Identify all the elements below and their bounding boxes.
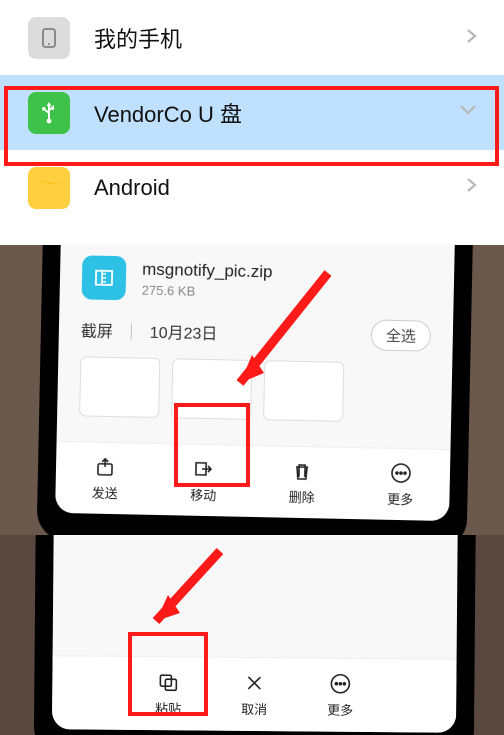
paste-button[interactable]: 粘贴	[155, 670, 181, 717]
thumbnail-row	[57, 350, 452, 430]
btn-label: 粘贴	[155, 698, 181, 717]
move-button[interactable]: 移动	[190, 457, 217, 505]
group-date: 10月23日	[150, 324, 218, 342]
delete-button[interactable]: 删除	[289, 459, 316, 507]
action-toolbar: 粘贴 取消 更多	[52, 655, 457, 733]
chevron-right-icon	[464, 24, 480, 53]
phone-screen: 耳朵，有些… 6.46 MB ｜ 2020/3/… 10:56 粘贴 取消	[52, 535, 458, 733]
file-size: 275.6 KB	[142, 283, 273, 301]
row-usb-drive[interactable]: VendorCo U 盘	[0, 75, 504, 150]
action-toolbar: 发送 移动 删除 更多	[55, 441, 450, 521]
more-button[interactable]: 更多	[327, 672, 353, 719]
photo-panel-move: QQ ｜ 10月23日 msgnotify_pic.zip 275.6 KB 截…	[0, 245, 504, 535]
cancel-button[interactable]: 取消	[241, 671, 267, 718]
zip-icon	[82, 255, 127, 300]
photo-panel-paste: 耳朵，有些… 6.46 MB ｜ 2020/3/… 10:56 粘贴 取消	[0, 535, 504, 735]
phone-screen: QQ ｜ 10月23日 msgnotify_pic.zip 275.6 KB 截…	[55, 245, 455, 521]
row-label: Android	[94, 175, 464, 201]
thumbnail[interactable]	[79, 356, 160, 418]
more-button[interactable]: 更多	[387, 461, 414, 509]
folder-icon	[28, 167, 70, 209]
btn-label: 发送	[92, 483, 118, 503]
file-name: msgnotify_pic.zip	[142, 260, 273, 283]
row-label: VendorCo U 盘	[94, 97, 456, 129]
row-label: 我的手机	[94, 22, 464, 54]
phone-frame: QQ ｜ 10月23日 msgnotify_pic.zip 275.6 KB 截…	[36, 245, 473, 535]
thumbnail[interactable]	[171, 358, 252, 420]
phone-frame: 耳朵，有些… 6.46 MB ｜ 2020/3/… 10:56 粘贴 取消	[34, 535, 477, 735]
thumbnail[interactable]	[263, 360, 344, 422]
row-android-folder[interactable]: Android	[0, 150, 504, 225]
usb-icon	[28, 92, 70, 134]
separator: ｜	[123, 324, 139, 341]
file-row-zip[interactable]: msgnotify_pic.zip 275.6 KB	[59, 247, 454, 315]
select-all-button[interactable]: 全选	[371, 319, 432, 351]
chevron-right-icon	[464, 173, 480, 202]
chevron-down-icon	[456, 102, 480, 123]
phone-icon	[28, 17, 70, 59]
send-button[interactable]: 发送	[92, 455, 119, 503]
btn-label: 取消	[241, 699, 267, 718]
btn-label: 删除	[289, 487, 315, 507]
group-label: 截屏	[81, 323, 113, 341]
row-my-phone[interactable]: 我的手机	[0, 0, 504, 75]
btn-label: 更多	[327, 700, 353, 719]
file-manager-list: 我的手机 VendorCo U 盘 Android	[0, 0, 504, 245]
btn-label: 更多	[387, 489, 413, 509]
btn-label: 移动	[190, 485, 216, 505]
